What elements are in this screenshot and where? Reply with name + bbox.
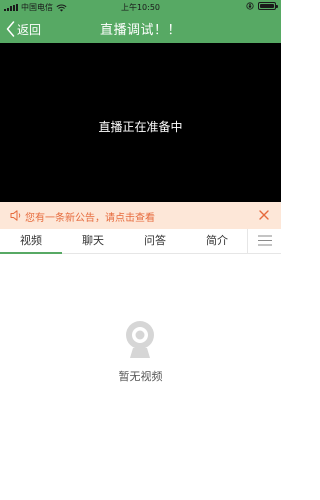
tab-chat[interactable]: 聊天 — [62, 229, 124, 253]
battery-icon — [258, 2, 278, 10]
nav-bar: 返回 直播调试！！ — [0, 14, 281, 43]
webcam-icon — [126, 321, 154, 358]
announcement-bar[interactable]: 您有一条新公告，请点击查看 — [0, 202, 281, 229]
tab-qa[interactable]: 问答 — [124, 229, 186, 253]
rotation-lock-icon — [246, 2, 254, 10]
announcement-text[interactable]: 您有一条新公告，请点击查看 — [25, 209, 155, 224]
speaker-icon — [10, 210, 21, 221]
tab-bar: 视频 聊天 问答 简介 — [0, 229, 281, 254]
app-screen: 中国电信 上午10:50 返回 直播调试！！ 直播正在准备中 您有一条新公告，请… — [0, 0, 281, 500]
tab-video[interactable]: 视频 — [0, 229, 62, 254]
status-right — [246, 2, 278, 10]
empty-state-text: 暂无视频 — [118, 370, 163, 383]
video-player[interactable]: 直播正在准备中 — [0, 43, 281, 202]
header: 中国电信 上午10:50 返回 直播调试！！ — [0, 0, 281, 43]
close-icon[interactable] — [257, 208, 271, 222]
status-bar: 中国电信 上午10:50 — [0, 0, 281, 14]
player-status-text: 直播正在准备中 — [98, 120, 183, 134]
status-time: 上午10:50 — [120, 3, 161, 12]
menu-button[interactable] — [247, 229, 281, 253]
page-title: 直播调试！！ — [99, 23, 181, 38]
tab-intro[interactable]: 简介 — [186, 229, 248, 253]
hamburger-menu-icon — [258, 235, 272, 246]
